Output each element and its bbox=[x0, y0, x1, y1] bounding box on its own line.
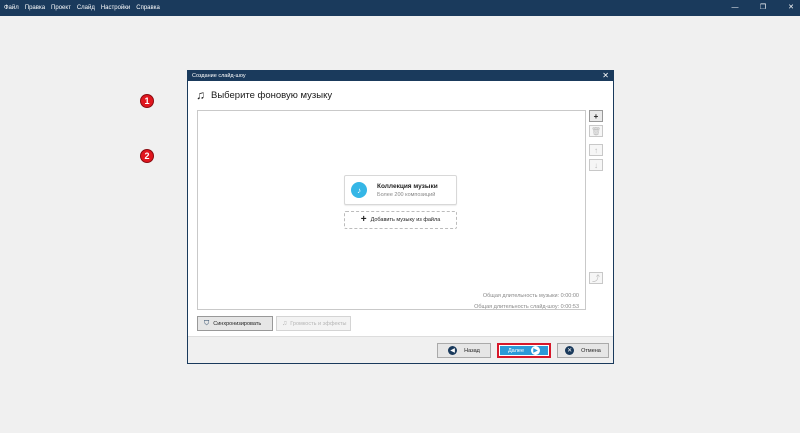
add-tool-icon[interactable]: + bbox=[589, 110, 603, 122]
back-button[interactable]: ◀ Назад bbox=[437, 343, 491, 358]
back-label: Назад bbox=[464, 347, 480, 354]
restore-icon[interactable]: ❐ bbox=[758, 0, 768, 16]
close-icon[interactable]: ✕ bbox=[786, 0, 796, 16]
next-button[interactable]: Далее ▶ bbox=[497, 343, 551, 358]
plus-icon: + bbox=[360, 214, 367, 225]
menu-settings[interactable]: Настройки bbox=[101, 5, 130, 11]
trash-icon[interactable]: 🗑 bbox=[589, 125, 603, 137]
window-controls: — ❐ ✕ bbox=[730, 0, 796, 16]
collection-subtitle: Более 200 композиций bbox=[377, 191, 436, 198]
volume-label: Громкость и эффекты bbox=[290, 320, 347, 327]
music-collection-icon: ♪ bbox=[351, 182, 367, 198]
sync-button[interactable]: ⛉ Синхронизировать bbox=[197, 316, 273, 331]
collection-title: Коллекция музыки bbox=[377, 182, 438, 190]
dialog-header: ♫ Выберите фоновую музыку bbox=[188, 81, 613, 109]
menu-project[interactable]: Проект bbox=[51, 5, 71, 11]
side-toolbar: + 🗑 ↑ ↓ ⤴ bbox=[589, 110, 605, 287]
add-music-from-file-button[interactable]: + Добавить музыку из файла bbox=[344, 211, 457, 229]
sync-shield-icon: ⛉ bbox=[204, 319, 210, 327]
music-duration-text: Общая длительность музыки: 0:00:00 bbox=[482, 293, 579, 299]
slideshow-duration-text: Общая длительность слайд-шоу: 0:00:53 bbox=[474, 304, 579, 310]
menu-file[interactable]: Файл bbox=[4, 5, 19, 11]
add-music-label: Добавить музыку из файла bbox=[370, 217, 441, 223]
menu-help[interactable]: Справка bbox=[136, 5, 160, 11]
menu-edit[interactable]: Правка bbox=[25, 5, 45, 11]
music-list-area: ♪ Коллекция музыки Более 200 композиций … bbox=[197, 110, 586, 310]
next-label: Далее bbox=[507, 347, 525, 354]
step-badge-2: 2 bbox=[140, 149, 154, 163]
arrow-left-icon: ◀ bbox=[448, 346, 458, 355]
step-badge-1: 1 bbox=[140, 94, 154, 108]
minimize-icon[interactable]: — bbox=[730, 0, 740, 16]
dialog-title: Создание слайд-шоу bbox=[192, 73, 246, 79]
music-note-icon: ♫ bbox=[196, 88, 205, 102]
app-menubar: Файл Правка Проект Слайд Настройки Справ… bbox=[0, 0, 800, 16]
dialog-heading: Выберите фоновую музыку bbox=[211, 89, 333, 101]
slideshow-dialog: Создание слайд-шоу ✕ ♫ Выберите фоновую … bbox=[187, 70, 614, 364]
move-down-icon[interactable]: ↓ bbox=[589, 159, 603, 171]
dialog-titlebar: Создание слайд-шоу ✕ bbox=[188, 71, 613, 81]
sync-label: Синхронизировать bbox=[213, 320, 262, 327]
dialog-close-icon[interactable]: ✕ bbox=[602, 71, 609, 81]
menu-slide[interactable]: Слайд bbox=[77, 5, 95, 11]
music-collection-card[interactable]: ♪ Коллекция музыки Более 200 композиций bbox=[344, 175, 457, 205]
cancel-x-icon: ✕ bbox=[565, 346, 575, 355]
music-note-icon: ♫ bbox=[282, 320, 288, 327]
dialog-footer: ◀ Назад Далее ▶ ✕ Отмена bbox=[188, 336, 613, 363]
cancel-label: Отмена bbox=[581, 347, 601, 354]
volume-effects-button[interactable]: ♫ Громкость и эффекты bbox=[276, 316, 351, 331]
move-up-icon[interactable]: ↑ bbox=[589, 144, 603, 156]
export-icon[interactable]: ⤴ bbox=[589, 272, 603, 284]
cancel-button[interactable]: ✕ Отмена bbox=[557, 343, 609, 358]
arrow-right-icon: ▶ bbox=[531, 346, 541, 355]
